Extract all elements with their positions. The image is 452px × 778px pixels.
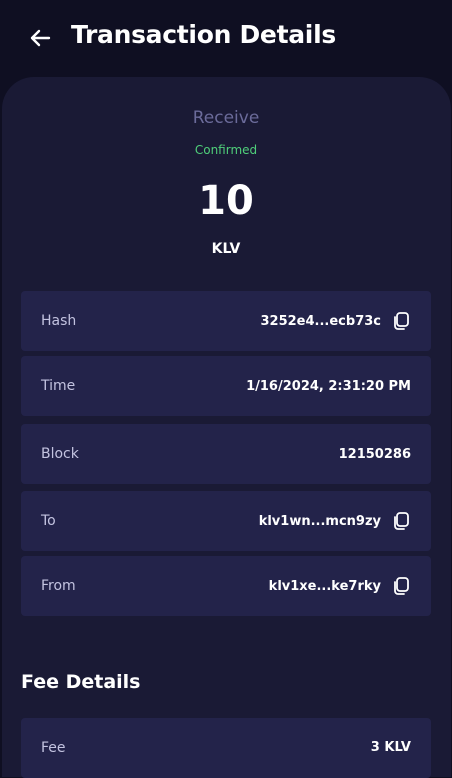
copy-icon <box>394 577 409 595</box>
copy-icon <box>394 512 409 530</box>
copy-from-button[interactable] <box>391 576 411 596</box>
detail-value: 3252e4...ecb73c <box>260 313 382 329</box>
detail-row-from: From klv1xe...ke7rky <box>21 556 431 616</box>
fee-row: Fee 3 KLV <box>21 718 431 778</box>
arrow-left-icon <box>30 29 51 47</box>
transaction-amount: 10 <box>198 178 254 224</box>
detail-label: Time <box>41 378 76 394</box>
copy-icon <box>394 312 409 330</box>
detail-label: To <box>41 513 56 529</box>
transaction-type: Receive <box>192 108 260 128</box>
detail-row-time: Time 1/16/2024, 2:31:20 PM <box>21 356 431 416</box>
copy-to-button[interactable] <box>391 511 411 531</box>
detail-label: Block <box>41 446 79 462</box>
detail-value: 1/16/2024, 2:31:20 PM <box>246 378 411 394</box>
detail-value: klv1wn...mcn9zy <box>258 513 381 529</box>
fee-label: Fee <box>41 740 66 756</box>
detail-row-hash: Hash 3252e4...ecb73c <box>21 291 431 351</box>
page-title: Transaction Details <box>71 20 336 49</box>
copy-hash-button[interactable] <box>391 311 411 331</box>
detail-label: Hash <box>41 313 77 329</box>
header-bar: Transaction Details <box>0 0 452 76</box>
back-button[interactable] <box>26 24 54 52</box>
detail-label: From <box>41 578 76 594</box>
transaction-asset: KLV <box>211 241 241 257</box>
fee-value: 3 KLV <box>370 740 411 755</box>
detail-row-to: To klv1wn...mcn9zy <box>21 491 431 551</box>
fee-details-title: Fee Details <box>21 671 141 693</box>
detail-value: 12150286 <box>338 446 411 462</box>
detail-row-block: Block 12150286 <box>21 424 431 484</box>
detail-value: klv1xe...ke7rky <box>268 578 381 594</box>
status-badge: Confirmed <box>194 143 258 157</box>
